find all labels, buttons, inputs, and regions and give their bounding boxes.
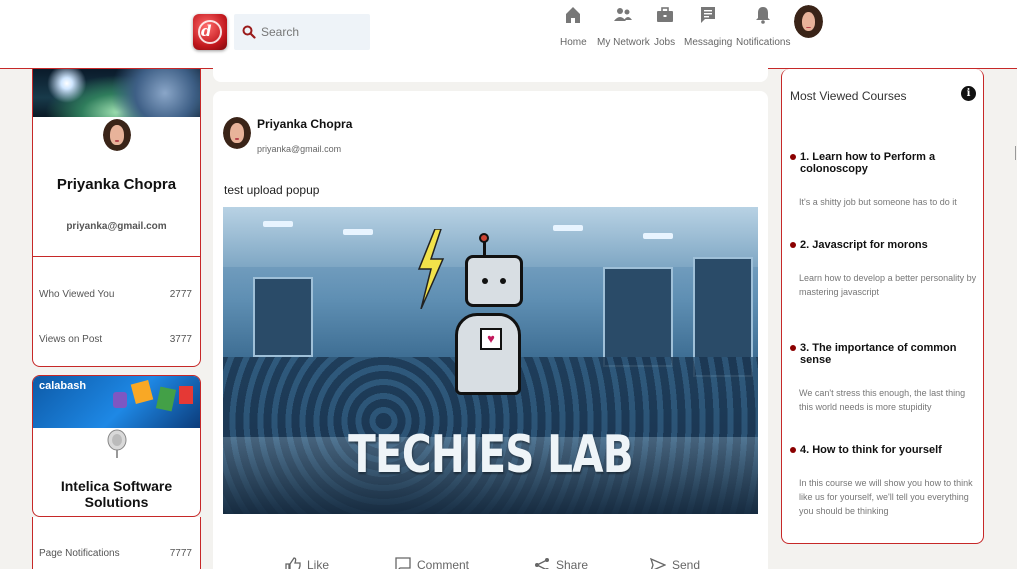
course-item[interactable]: 1. Learn how to Perform a colonoscopy It… — [790, 151, 980, 209]
share-icon — [535, 558, 549, 569]
comment-button[interactable]: Comment — [395, 557, 469, 569]
like-button[interactable]: Like — [285, 557, 329, 569]
lightning-icon — [417, 229, 445, 309]
send-icon — [650, 557, 666, 569]
course-description: Learn how to develop a better personalit… — [799, 273, 977, 297]
profile-card: Priyanka Chopra priyanka@gmail.com — [32, 69, 201, 257]
nav-label: Jobs — [654, 37, 676, 48]
nav-label: Notifications — [736, 37, 791, 48]
stat-label: Page Notifications — [39, 548, 120, 559]
info-icon[interactable]: i — [961, 86, 976, 101]
post-text: test upload popup — [224, 183, 320, 197]
stat-value: 2777 — [169, 289, 192, 300]
course-item[interactable]: 2. Javascript for morons Learn how to de… — [790, 239, 980, 299]
avatar[interactable] — [223, 117, 251, 149]
company-name[interactable]: Intelica Software Solutions — [33, 478, 200, 510]
company-card: calabash Intelica Software Solutions — [32, 375, 201, 517]
nav-notifications[interactable]: Notifications — [736, 6, 790, 52]
people-icon — [614, 8, 633, 21]
nav-label: My Network — [597, 37, 650, 48]
stat-views-on-post[interactable]: Views on Post 3777 — [39, 334, 192, 345]
profile-banner-image — [33, 69, 200, 117]
nav-jobs[interactable]: Jobs — [654, 6, 675, 52]
stat-page-notifications[interactable]: Page Notifications 7777 — [39, 548, 192, 559]
most-viewed-courses-panel: Most Viewed Courses i 1. Learn how to Pe… — [781, 69, 984, 544]
stat-value: 7777 — [169, 548, 192, 559]
search-input[interactable] — [261, 25, 357, 39]
profile-email: priyanka@gmail.com — [66, 221, 167, 232]
post-image[interactable]: ♥ TECHIES LAB — [223, 207, 758, 514]
bell-icon — [756, 7, 771, 24]
stat-value: 3777 — [169, 334, 192, 345]
avatar[interactable] — [103, 119, 131, 151]
course-item[interactable]: 3. The importance of common sense We can… — [790, 342, 980, 414]
panel-title: Most Viewed Courses — [790, 89, 907, 103]
company-banner-image: calabash — [33, 376, 200, 428]
nav-label: Messaging — [684, 37, 733, 48]
post-author-name[interactable]: Priyanka Chopra — [257, 117, 352, 131]
heart-icon: ♥ — [480, 328, 502, 350]
share-button[interactable]: Share — [534, 557, 588, 569]
course-description: It's a shitty job but someone has to do … — [799, 197, 957, 207]
scrollbar-handle[interactable] — [1015, 146, 1016, 160]
company-stats: Page Notifications 7777 — [32, 517, 201, 569]
previous-post-card — [213, 56, 768, 82]
course-title[interactable]: 1. Learn how to Perform a colonoscopy — [790, 151, 980, 175]
search-box[interactable] — [234, 14, 370, 50]
profile-name[interactable]: Priyanka Chopra — [33, 176, 200, 193]
comment-icon — [395, 557, 411, 569]
course-title[interactable]: 2. Javascript for morons — [790, 239, 980, 251]
post-actions: Like Comment Share Send — [213, 551, 768, 569]
image-caption: TECHIES LAB — [348, 425, 634, 485]
briefcase-icon — [656, 7, 673, 22]
nav-messaging[interactable]: Messaging — [684, 6, 732, 52]
course-description: In this course we will show you how to t… — [799, 478, 973, 516]
post-author-email: priyanka@gmail.com — [257, 144, 342, 154]
stat-label: Views on Post — [39, 334, 103, 345]
course-title[interactable]: 3. The importance of common sense — [790, 342, 980, 366]
course-item[interactable]: 4. How to think for yourself In this cou… — [790, 444, 980, 518]
stat-label: Who Viewed You — [39, 289, 115, 300]
company-logo-icon[interactable] — [104, 428, 130, 460]
profile-stats: Who Viewed You 2777 Views on Post 3777 — [32, 257, 201, 367]
search-icon — [242, 25, 256, 39]
home-icon — [566, 7, 581, 23]
thumbs-up-icon — [285, 557, 301, 569]
course-description: We can't stress this enough, the last th… — [799, 388, 966, 412]
nav-my-network[interactable]: My Network — [597, 6, 650, 52]
stat-who-viewed[interactable]: Who Viewed You 2777 — [39, 289, 192, 300]
message-icon — [701, 7, 716, 23]
post-card: Priyanka Chopra priyanka@gmail.com test … — [213, 91, 768, 569]
course-title[interactable]: 4. How to think for yourself — [790, 444, 980, 456]
app-logo[interactable]: d — [193, 14, 227, 50]
profile-avatar-menu[interactable] — [794, 5, 823, 38]
banner-brand-text: calabash — [39, 380, 87, 392]
send-button[interactable]: Send — [650, 557, 700, 569]
nav-label: Home — [560, 37, 587, 48]
nav-home[interactable]: Home — [560, 6, 587, 52]
